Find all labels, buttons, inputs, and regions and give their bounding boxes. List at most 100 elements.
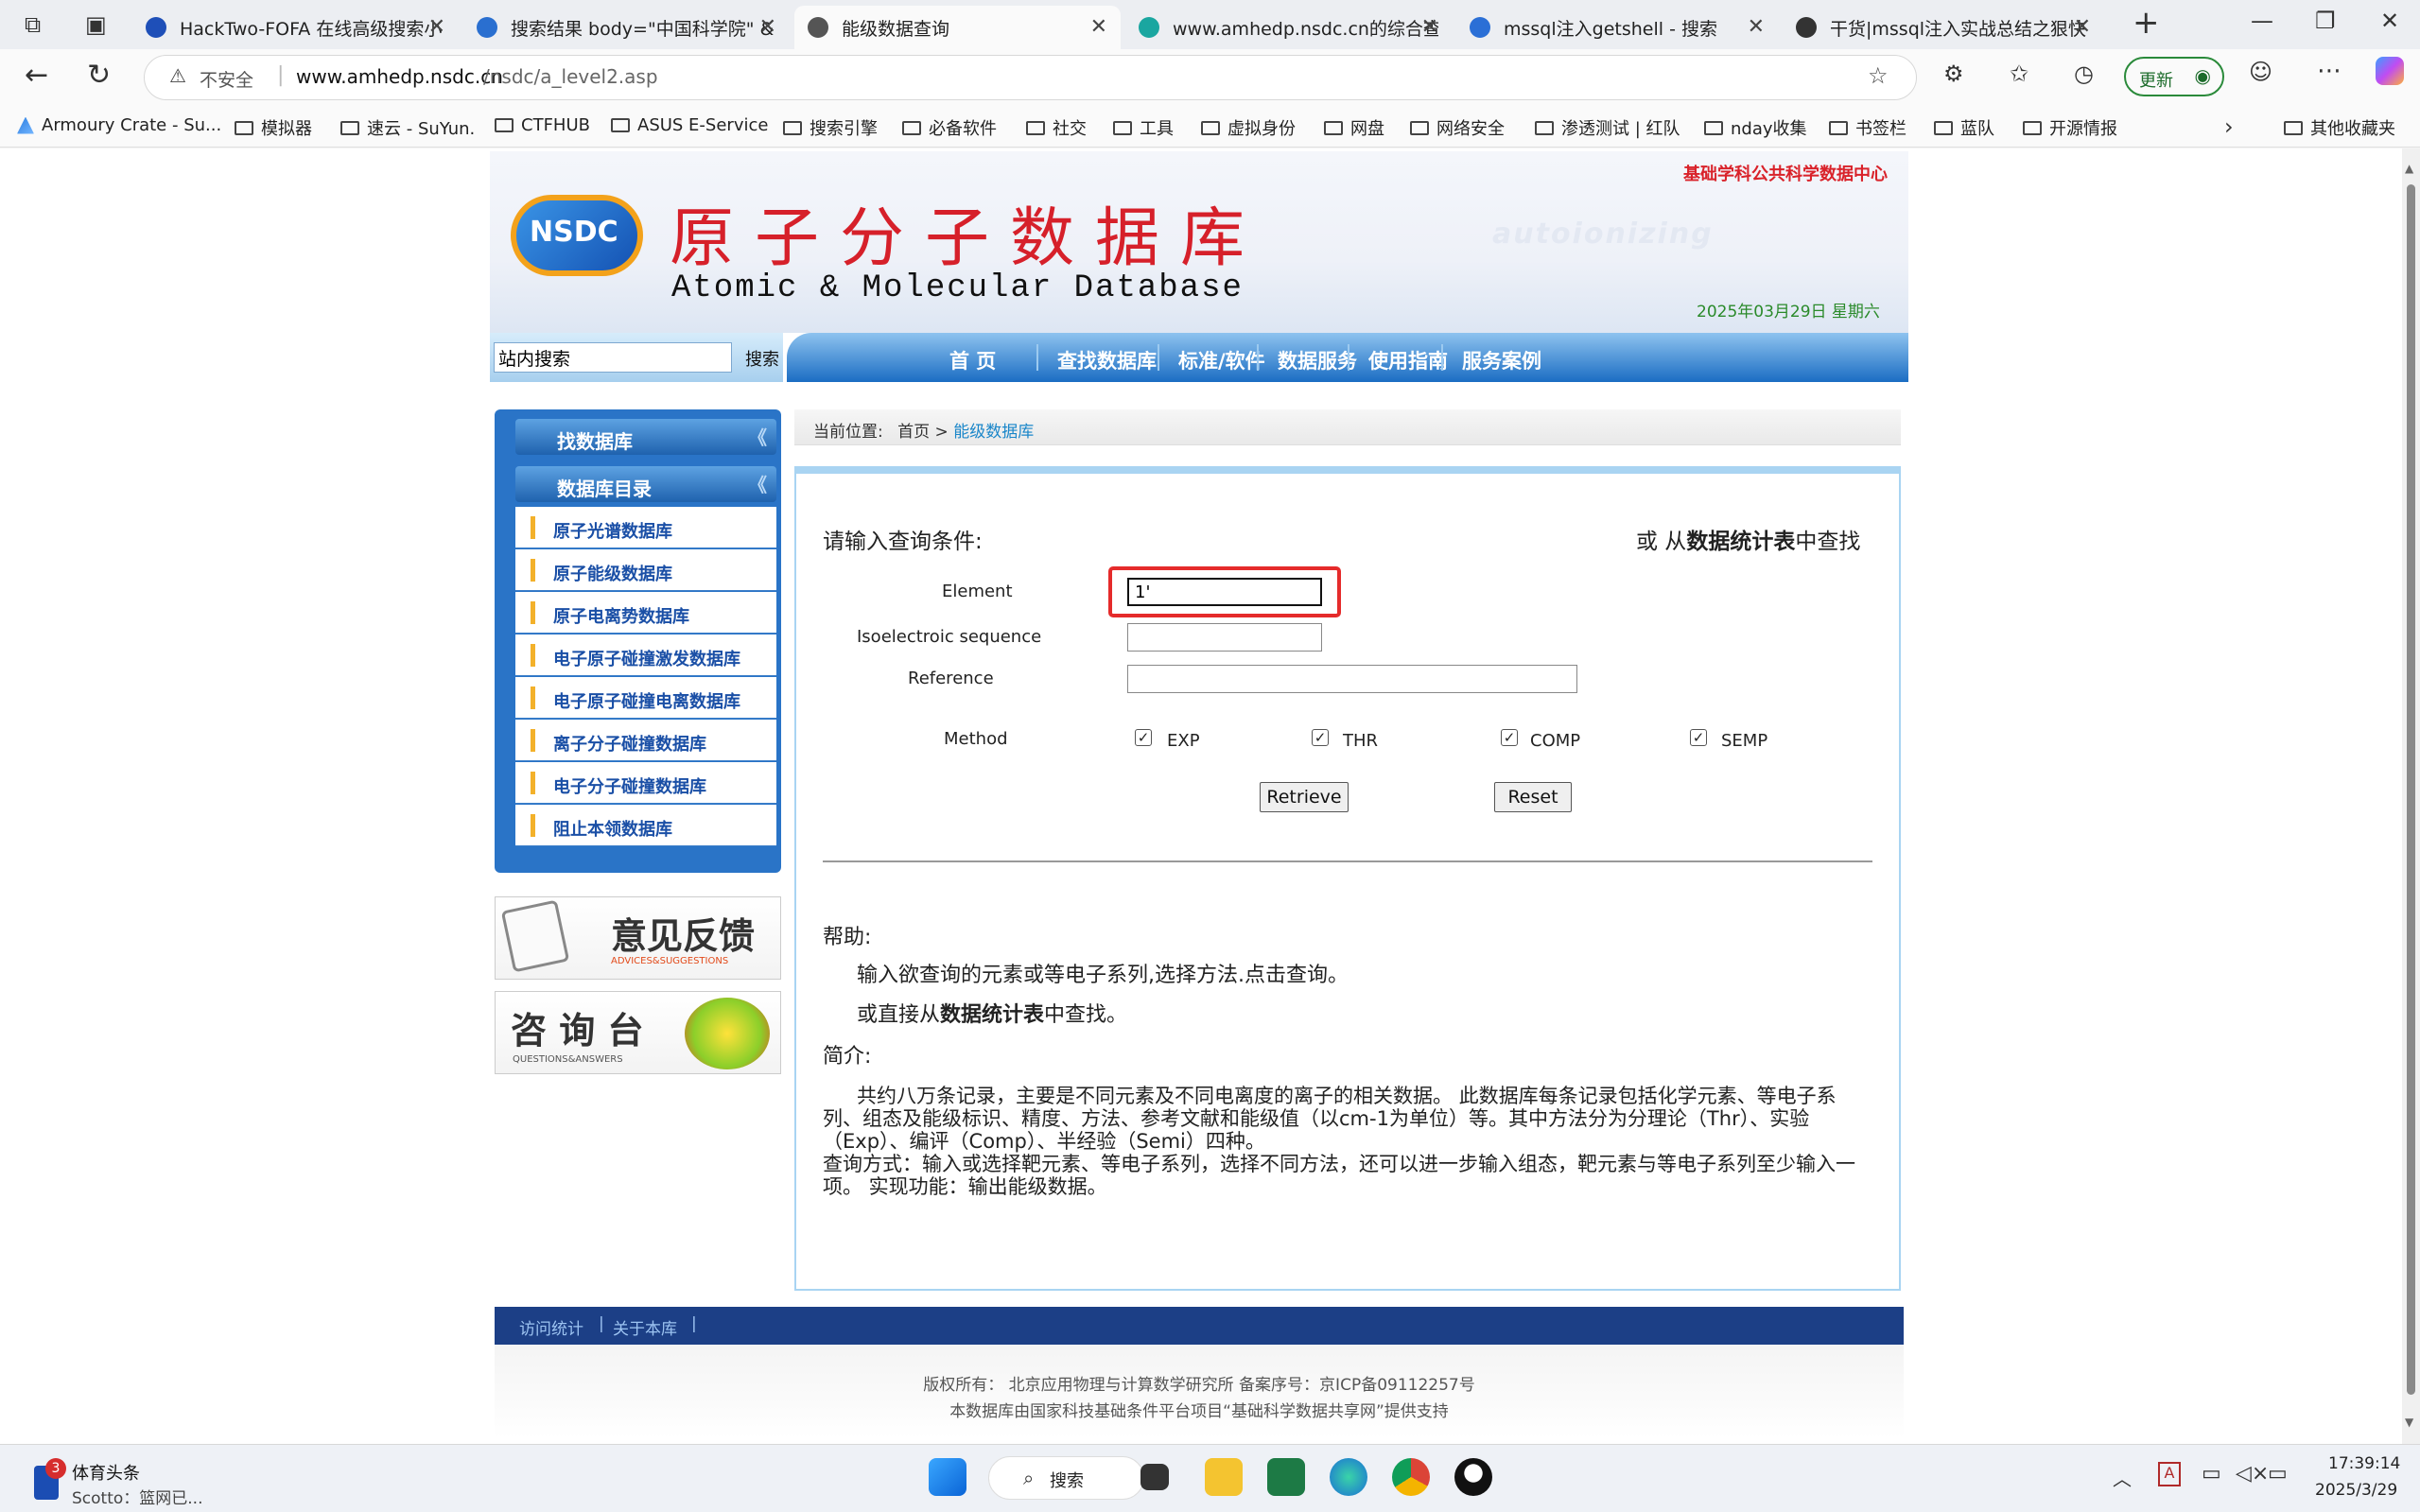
nav-item-3[interactable]: 数据服务 — [1278, 346, 1357, 374]
copilot-face-icon[interactable]: ☺ — [2249, 59, 2272, 85]
semp-checkbox[interactable]: ✓ — [1690, 729, 1707, 746]
workspaces-icon[interactable]: ⧉ — [25, 11, 41, 38]
iso-input[interactable] — [1127, 623, 1322, 652]
qa-banner[interactable]: 咨 询 台 QUESTIONS&ANSWERS — [495, 991, 781, 1074]
tray-chevron-icon[interactable]: ︿ — [2113, 1464, 2132, 1491]
restore-button[interactable]: ❐ — [2315, 8, 2336, 34]
bookmark-item[interactable]: 必备软件 — [902, 115, 997, 140]
sidebar-db-item[interactable]: 阻止本领数据库 — [515, 805, 776, 846]
network-icon[interactable]: ▭ — [2202, 1462, 2221, 1486]
thr-checkbox[interactable]: ✓ — [1312, 729, 1329, 746]
sidebar-db-item[interactable]: 电子分子碰撞数据库 — [515, 762, 776, 804]
sidebar-db-item[interactable]: 原子能级数据库 — [515, 549, 776, 591]
advice-banner[interactable]: 意见反馈 ADVICES&SUGGESTIONS — [495, 896, 781, 980]
favorite-star-icon[interactable]: ☆ — [1868, 62, 1889, 89]
battery-icon[interactable]: ▭ — [2268, 1462, 2288, 1486]
excel-icon[interactable] — [1267, 1458, 1305, 1496]
bookmark-item[interactable]: 网络安全 — [1410, 115, 1505, 140]
more-menu-icon[interactable]: ⋯ — [2317, 57, 2342, 85]
update-button[interactable]: 更新 ◉ — [2124, 57, 2224, 96]
nav-item-2[interactable]: 标准/软件 — [1178, 346, 1265, 374]
minimize-button[interactable]: — — [2251, 8, 2273, 34]
bookmark-item[interactable]: 工具 — [1113, 115, 1174, 140]
edge-icon[interactable] — [1330, 1458, 1367, 1496]
sidebar-db-item[interactable]: 原子光谱数据库 — [515, 507, 776, 548]
tab-4[interactable]: mssql注入getshell - 搜索 ✕ — [1456, 6, 1778, 49]
warning-icon[interactable]: ⚠ — [169, 64, 186, 87]
bookmark-item[interactable]: 网盘 — [1324, 115, 1384, 140]
ime-icon[interactable]: A — [2158, 1462, 2181, 1486]
reset-button[interactable]: Reset — [1494, 782, 1572, 812]
bookmark-item[interactable]: 渗透测试 | 红队 — [1535, 115, 1680, 140]
close-tab-icon[interactable]: ✕ — [1090, 15, 1107, 39]
bookmark-item[interactable]: 书签栏 — [1829, 115, 1906, 140]
breadcrumb-current[interactable]: 能级数据库 — [953, 423, 1034, 442]
tab-3[interactable]: www.amhedp.nsdc.cn的综合查询 ✕ — [1125, 6, 1452, 49]
retrieve-button[interactable]: Retrieve — [1260, 782, 1349, 812]
exp-checkbox[interactable]: ✓ — [1135, 729, 1152, 746]
sidebar-header-catalog[interactable]: 数据库目录 《 — [515, 466, 776, 502]
history-icon[interactable]: ◷ — [2074, 61, 2094, 87]
nav-item-1[interactable]: 查找数据库 — [1057, 346, 1157, 374]
vertical-tabs-icon[interactable]: ▣ — [85, 11, 107, 38]
other-bookmarks[interactable]: 其他收藏夹 — [2284, 115, 2395, 140]
back-icon[interactable]: ← — [25, 59, 48, 92]
reference-input[interactable] — [1127, 665, 1577, 693]
sidebar-header-find[interactable]: 找数据库 《 — [515, 419, 776, 455]
close-tab-icon[interactable]: ✕ — [428, 15, 445, 39]
nav-item-5[interactable]: 服务案例 — [1462, 346, 1541, 374]
nav-item-0[interactable]: 首 页 — [949, 346, 996, 374]
breadcrumb-home[interactable]: 首页 — [897, 423, 930, 442]
element-input[interactable] — [1127, 578, 1322, 606]
site-search-button[interactable]: 搜索 — [745, 346, 779, 371]
bookmark-item[interactable]: 搜索引擎 — [783, 115, 878, 140]
tab-5[interactable]: 干货|mssql注入实战总结之狠快 ✕ — [1783, 6, 2104, 49]
bookmark-item[interactable]: 模拟器 — [235, 115, 312, 140]
refresh-icon[interactable]: ↻ — [87, 59, 111, 92]
bookmark-item[interactable]: ASUS E-Service — [611, 115, 768, 135]
clock-time[interactable]: 17:39:14 — [2328, 1454, 2400, 1473]
bookmark-item[interactable]: Armoury Crate - Su... — [17, 115, 221, 135]
bookmark-item[interactable]: 开源情报 — [2023, 115, 2117, 140]
sidebar-db-item[interactable]: 电子原子碰撞激发数据库 — [515, 634, 776, 676]
bookmark-item[interactable]: 虚拟身份 — [1201, 115, 1296, 140]
task-view-icon[interactable] — [1140, 1464, 1169, 1490]
new-tab-button[interactable]: + — [2133, 4, 2160, 42]
qq-icon[interactable] — [1454, 1458, 1492, 1496]
footer-link-about[interactable]: 关于本库 — [613, 1315, 677, 1339]
close-window-button[interactable]: ✕ — [2380, 8, 2399, 34]
close-tab-icon[interactable]: ✕ — [1421, 15, 1438, 39]
favorites-icon[interactable]: ✩ — [2010, 61, 2028, 87]
file-explorer-icon[interactable] — [1205, 1458, 1243, 1496]
bookmark-item[interactable]: 社交 — [1026, 115, 1087, 140]
comp-checkbox[interactable]: ✓ — [1501, 729, 1518, 746]
site-search-input[interactable] — [494, 342, 732, 373]
sidebar-db-item[interactable]: 电子原子碰撞电离数据库 — [515, 677, 776, 719]
alt-stats-link[interactable]: 数据统计表 — [1686, 530, 1795, 554]
scrollbar[interactable]: ▲ ▼ — [2402, 148, 2420, 1444]
bookmark-item[interactable]: nday收集 — [1704, 115, 1807, 140]
close-tab-icon[interactable]: ✕ — [759, 15, 776, 39]
close-tab-icon[interactable]: ✕ — [2074, 15, 2091, 39]
chrome-icon[interactable] — [1392, 1458, 1430, 1496]
sidebar-db-item[interactable]: 离子分子碰撞数据库 — [515, 720, 776, 761]
sidebar-db-item[interactable]: 原子电离势数据库 — [515, 592, 776, 634]
copilot-icon[interactable] — [2376, 57, 2404, 85]
news-widget[interactable]: 3 体育头条 Scotto：篮网已... — [28, 1458, 236, 1508]
url-box[interactable]: ⚠ 不安全 | www.amhedp.nsdc.cn /nsdc/a_level… — [144, 55, 1917, 100]
top-link[interactable]: 基础学科公共科学数据中心 — [1683, 161, 1888, 185]
bookmark-item[interactable]: 速云 - SuYun. — [340, 115, 475, 140]
scroll-down-icon[interactable]: ▼ — [2405, 1416, 2413, 1429]
bookmark-item[interactable]: 蓝队 — [1934, 115, 1994, 140]
scroll-up-icon[interactable]: ▲ — [2405, 162, 2413, 175]
tab-2[interactable]: 能级数据查询 ✕ — [794, 6, 1121, 49]
scroll-thumb[interactable] — [2407, 184, 2415, 1395]
extensions-icon[interactable]: ⚙ — [1943, 61, 1964, 87]
bookmark-item[interactable]: CTFHUB — [495, 115, 590, 135]
tab-0[interactable]: HackTwo-FOFA 在线高级搜索小 ✕ — [132, 6, 459, 49]
volume-icon[interactable]: ◁× — [2236, 1462, 2269, 1486]
clock-date[interactable]: 2025/3/29 — [2315, 1481, 2397, 1500]
bookmarks-more-icon[interactable]: › — [2224, 113, 2234, 140]
footer-link-stats[interactable]: 访问统计 — [519, 1315, 583, 1339]
nav-item-4[interactable]: 使用指南 — [1368, 346, 1448, 374]
